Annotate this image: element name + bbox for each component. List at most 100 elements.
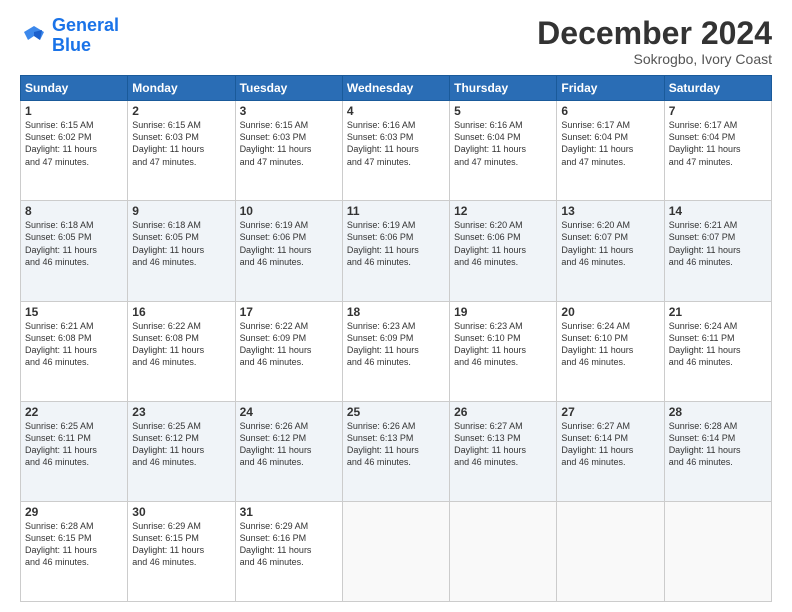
week-row-1: 1 Sunrise: 6:15 AMSunset: 6:02 PMDayligh… bbox=[21, 101, 772, 201]
calendar-header: Sunday Monday Tuesday Wednesday Thursday… bbox=[21, 76, 772, 101]
day-number: 25 bbox=[347, 405, 445, 419]
day-detail: Sunrise: 6:17 AMSunset: 6:04 PMDaylight:… bbox=[561, 119, 659, 168]
calendar-cell: 17 Sunrise: 6:22 AMSunset: 6:09 PMDaylig… bbox=[235, 301, 342, 401]
calendar-cell: 25 Sunrise: 6:26 AMSunset: 6:13 PMDaylig… bbox=[342, 401, 449, 501]
calendar-cell bbox=[342, 501, 449, 601]
week-row-3: 15 Sunrise: 6:21 AMSunset: 6:08 PMDaylig… bbox=[21, 301, 772, 401]
col-sunday: Sunday bbox=[21, 76, 128, 101]
day-number: 23 bbox=[132, 405, 230, 419]
day-detail: Sunrise: 6:15 AMSunset: 6:02 PMDaylight:… bbox=[25, 119, 123, 168]
calendar-cell: 2 Sunrise: 6:15 AMSunset: 6:03 PMDayligh… bbox=[128, 101, 235, 201]
day-detail: Sunrise: 6:18 AMSunset: 6:05 PMDaylight:… bbox=[25, 219, 123, 268]
day-detail: Sunrise: 6:19 AMSunset: 6:06 PMDaylight:… bbox=[240, 219, 338, 268]
col-tuesday: Tuesday bbox=[235, 76, 342, 101]
week-row-5: 29 Sunrise: 6:28 AMSunset: 6:15 PMDaylig… bbox=[21, 501, 772, 601]
calendar-cell: 6 Sunrise: 6:17 AMSunset: 6:04 PMDayligh… bbox=[557, 101, 664, 201]
calendar-cell: 28 Sunrise: 6:28 AMSunset: 6:14 PMDaylig… bbox=[664, 401, 771, 501]
calendar-cell: 7 Sunrise: 6:17 AMSunset: 6:04 PMDayligh… bbox=[664, 101, 771, 201]
day-detail: Sunrise: 6:21 AMSunset: 6:07 PMDaylight:… bbox=[669, 219, 767, 268]
calendar-cell: 23 Sunrise: 6:25 AMSunset: 6:12 PMDaylig… bbox=[128, 401, 235, 501]
calendar-cell: 8 Sunrise: 6:18 AMSunset: 6:05 PMDayligh… bbox=[21, 201, 128, 301]
week-row-4: 22 Sunrise: 6:25 AMSunset: 6:11 PMDaylig… bbox=[21, 401, 772, 501]
day-detail: Sunrise: 6:16 AMSunset: 6:04 PMDaylight:… bbox=[454, 119, 552, 168]
day-detail: Sunrise: 6:25 AMSunset: 6:11 PMDaylight:… bbox=[25, 420, 123, 469]
day-number: 22 bbox=[25, 405, 123, 419]
title-block: December 2024 Sokrogbo, Ivory Coast bbox=[537, 16, 772, 67]
col-wednesday: Wednesday bbox=[342, 76, 449, 101]
subtitle: Sokrogbo, Ivory Coast bbox=[537, 51, 772, 67]
day-detail: Sunrise: 6:22 AMSunset: 6:09 PMDaylight:… bbox=[240, 320, 338, 369]
day-number: 1 bbox=[25, 104, 123, 118]
day-number: 3 bbox=[240, 104, 338, 118]
day-detail: Sunrise: 6:15 AMSunset: 6:03 PMDaylight:… bbox=[132, 119, 230, 168]
calendar-cell: 5 Sunrise: 6:16 AMSunset: 6:04 PMDayligh… bbox=[450, 101, 557, 201]
day-detail: Sunrise: 6:17 AMSunset: 6:04 PMDaylight:… bbox=[669, 119, 767, 168]
day-number: 7 bbox=[669, 104, 767, 118]
calendar-cell: 20 Sunrise: 6:24 AMSunset: 6:10 PMDaylig… bbox=[557, 301, 664, 401]
day-number: 30 bbox=[132, 505, 230, 519]
page: General Blue December 2024 Sokrogbo, Ivo… bbox=[0, 0, 792, 612]
day-detail: Sunrise: 6:29 AMSunset: 6:15 PMDaylight:… bbox=[132, 520, 230, 569]
day-detail: Sunrise: 6:23 AMSunset: 6:09 PMDaylight:… bbox=[347, 320, 445, 369]
day-detail: Sunrise: 6:28 AMSunset: 6:14 PMDaylight:… bbox=[669, 420, 767, 469]
day-number: 12 bbox=[454, 204, 552, 218]
calendar-cell: 11 Sunrise: 6:19 AMSunset: 6:06 PMDaylig… bbox=[342, 201, 449, 301]
col-friday: Friday bbox=[557, 76, 664, 101]
day-number: 2 bbox=[132, 104, 230, 118]
day-detail: Sunrise: 6:20 AMSunset: 6:06 PMDaylight:… bbox=[454, 219, 552, 268]
calendar-cell bbox=[557, 501, 664, 601]
day-number: 20 bbox=[561, 305, 659, 319]
day-number: 10 bbox=[240, 204, 338, 218]
day-detail: Sunrise: 6:19 AMSunset: 6:06 PMDaylight:… bbox=[347, 219, 445, 268]
col-thursday: Thursday bbox=[450, 76, 557, 101]
day-number: 14 bbox=[669, 204, 767, 218]
calendar-cell: 4 Sunrise: 6:16 AMSunset: 6:03 PMDayligh… bbox=[342, 101, 449, 201]
calendar-cell bbox=[450, 501, 557, 601]
day-number: 31 bbox=[240, 505, 338, 519]
day-detail: Sunrise: 6:23 AMSunset: 6:10 PMDaylight:… bbox=[454, 320, 552, 369]
day-detail: Sunrise: 6:29 AMSunset: 6:16 PMDaylight:… bbox=[240, 520, 338, 569]
day-detail: Sunrise: 6:27 AMSunset: 6:14 PMDaylight:… bbox=[561, 420, 659, 469]
day-number: 28 bbox=[669, 405, 767, 419]
calendar-cell: 18 Sunrise: 6:23 AMSunset: 6:09 PMDaylig… bbox=[342, 301, 449, 401]
calendar-cell: 9 Sunrise: 6:18 AMSunset: 6:05 PMDayligh… bbox=[128, 201, 235, 301]
day-detail: Sunrise: 6:26 AMSunset: 6:13 PMDaylight:… bbox=[347, 420, 445, 469]
day-detail: Sunrise: 6:16 AMSunset: 6:03 PMDaylight:… bbox=[347, 119, 445, 168]
logo-icon bbox=[20, 22, 48, 50]
day-detail: Sunrise: 6:20 AMSunset: 6:07 PMDaylight:… bbox=[561, 219, 659, 268]
day-number: 24 bbox=[240, 405, 338, 419]
calendar-cell: 30 Sunrise: 6:29 AMSunset: 6:15 PMDaylig… bbox=[128, 501, 235, 601]
day-number: 18 bbox=[347, 305, 445, 319]
header-row: Sunday Monday Tuesday Wednesday Thursday… bbox=[21, 76, 772, 101]
day-detail: Sunrise: 6:24 AMSunset: 6:11 PMDaylight:… bbox=[669, 320, 767, 369]
day-number: 5 bbox=[454, 104, 552, 118]
day-number: 13 bbox=[561, 204, 659, 218]
col-monday: Monday bbox=[128, 76, 235, 101]
calendar-cell: 29 Sunrise: 6:28 AMSunset: 6:15 PMDaylig… bbox=[21, 501, 128, 601]
day-detail: Sunrise: 6:26 AMSunset: 6:12 PMDaylight:… bbox=[240, 420, 338, 469]
calendar-cell: 1 Sunrise: 6:15 AMSunset: 6:02 PMDayligh… bbox=[21, 101, 128, 201]
calendar-cell: 24 Sunrise: 6:26 AMSunset: 6:12 PMDaylig… bbox=[235, 401, 342, 501]
calendar-cell: 12 Sunrise: 6:20 AMSunset: 6:06 PMDaylig… bbox=[450, 201, 557, 301]
calendar-cell: 27 Sunrise: 6:27 AMSunset: 6:14 PMDaylig… bbox=[557, 401, 664, 501]
day-detail: Sunrise: 6:24 AMSunset: 6:10 PMDaylight:… bbox=[561, 320, 659, 369]
day-number: 16 bbox=[132, 305, 230, 319]
day-number: 21 bbox=[669, 305, 767, 319]
day-number: 6 bbox=[561, 104, 659, 118]
day-number: 19 bbox=[454, 305, 552, 319]
calendar-cell: 16 Sunrise: 6:22 AMSunset: 6:08 PMDaylig… bbox=[128, 301, 235, 401]
calendar-cell: 15 Sunrise: 6:21 AMSunset: 6:08 PMDaylig… bbox=[21, 301, 128, 401]
logo-text: General Blue bbox=[52, 16, 119, 56]
header: General Blue December 2024 Sokrogbo, Ivo… bbox=[20, 16, 772, 67]
calendar-cell: 13 Sunrise: 6:20 AMSunset: 6:07 PMDaylig… bbox=[557, 201, 664, 301]
calendar-cell: 21 Sunrise: 6:24 AMSunset: 6:11 PMDaylig… bbox=[664, 301, 771, 401]
week-row-2: 8 Sunrise: 6:18 AMSunset: 6:05 PMDayligh… bbox=[21, 201, 772, 301]
day-detail: Sunrise: 6:21 AMSunset: 6:08 PMDaylight:… bbox=[25, 320, 123, 369]
day-number: 27 bbox=[561, 405, 659, 419]
calendar-cell bbox=[664, 501, 771, 601]
day-number: 17 bbox=[240, 305, 338, 319]
calendar-cell: 3 Sunrise: 6:15 AMSunset: 6:03 PMDayligh… bbox=[235, 101, 342, 201]
calendar-cell: 19 Sunrise: 6:23 AMSunset: 6:10 PMDaylig… bbox=[450, 301, 557, 401]
day-detail: Sunrise: 6:27 AMSunset: 6:13 PMDaylight:… bbox=[454, 420, 552, 469]
month-title: December 2024 bbox=[537, 16, 772, 51]
